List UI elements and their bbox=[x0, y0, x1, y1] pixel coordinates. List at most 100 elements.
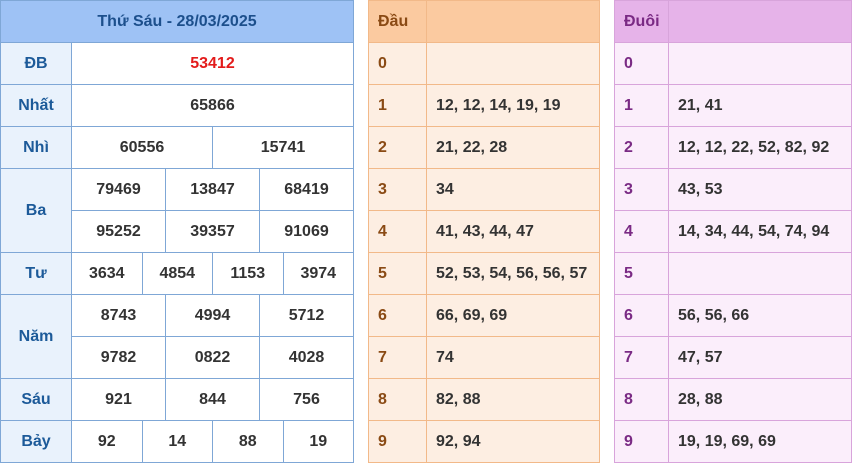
special-prize-value: 53412 bbox=[71, 42, 354, 85]
prize-label: Sáu bbox=[0, 378, 72, 421]
prize-value: 8743 bbox=[71, 294, 166, 337]
dau-digit: 9 bbox=[368, 420, 427, 463]
dau-list: 52, 53, 54, 56, 56, 57 bbox=[426, 252, 600, 295]
dau-digit: 1 bbox=[368, 84, 427, 127]
duoi-row: 9 19, 19, 69, 69 bbox=[614, 420, 852, 463]
duoi-list: 19, 19, 69, 69 bbox=[668, 420, 852, 463]
prize-label: Bảy bbox=[0, 420, 72, 463]
duoi-digit: 2 bbox=[614, 126, 669, 169]
prize-row-nhat: Nhất 65866 bbox=[0, 84, 354, 127]
dau-row: 7 74 bbox=[368, 336, 600, 379]
prize-value: 92 bbox=[71, 420, 143, 463]
duoi-row: 8 28, 88 bbox=[614, 378, 852, 421]
dau-row: 2 21, 22, 28 bbox=[368, 126, 600, 169]
dau-list: 66, 69, 69 bbox=[426, 294, 600, 337]
duoi-digit: 7 bbox=[614, 336, 669, 379]
date-title: Thứ Sáu - 28/03/2025 bbox=[0, 0, 354, 43]
duoi-list: 14, 34, 44, 54, 74, 94 bbox=[668, 210, 852, 253]
duoi-row: 2 12, 12, 22, 52, 82, 92 bbox=[614, 126, 852, 169]
prize-value: 3974 bbox=[282, 252, 354, 295]
dau-list: 74 bbox=[426, 336, 600, 379]
dau-row: 9 92, 94 bbox=[368, 420, 600, 463]
prize-value: 88 bbox=[212, 420, 284, 463]
prize-value: 15741 bbox=[212, 126, 354, 169]
duoi-row: 7 47, 57 bbox=[614, 336, 852, 379]
prize-row-db: ĐB 53412 bbox=[0, 42, 354, 85]
duoi-header-spacer bbox=[668, 0, 852, 43]
prize-label: Năm bbox=[0, 294, 72, 379]
prize-value: 60556 bbox=[71, 126, 213, 169]
prize-row-nam: Năm 8743 4994 5712 bbox=[0, 294, 354, 379]
duoi-row: 0 bbox=[614, 42, 852, 85]
prize-value: 921 bbox=[71, 378, 166, 421]
duoi-digit: 3 bbox=[614, 168, 669, 211]
dau-digit: 3 bbox=[368, 168, 427, 211]
duoi-digit: 5 bbox=[614, 252, 669, 295]
prize-value: 3634 bbox=[71, 252, 143, 295]
duoi-header: Đuôi bbox=[614, 0, 669, 43]
duoi-digit: 4 bbox=[614, 210, 669, 253]
dau-list bbox=[426, 42, 600, 85]
duoi-row: 3 43, 53 bbox=[614, 168, 852, 211]
dau-digit: 5 bbox=[368, 252, 427, 295]
prize-value: 4854 bbox=[141, 252, 213, 295]
duoi-row: 5 bbox=[614, 252, 852, 295]
dau-digit: 7 bbox=[368, 336, 427, 379]
dau-row: 6 66, 69, 69 bbox=[368, 294, 600, 337]
dau-row: 0 bbox=[368, 42, 600, 85]
prize-value: 4994 bbox=[165, 294, 260, 337]
prize-value: 13847 bbox=[165, 168, 260, 211]
prize-value: 79469 bbox=[71, 168, 166, 211]
dau-digit: 8 bbox=[368, 378, 427, 421]
results-table: Thứ Sáu - 28/03/2025 ĐB 53412 Nhất 65866… bbox=[0, 0, 354, 463]
duoi-list: 28, 88 bbox=[668, 378, 852, 421]
duoi-list bbox=[668, 252, 852, 295]
prize-label: Nhất bbox=[0, 84, 72, 127]
prize-value: 19 bbox=[282, 420, 354, 463]
duoi-list: 47, 57 bbox=[668, 336, 852, 379]
prize-value: 9782 bbox=[71, 336, 166, 379]
prize-value: 756 bbox=[259, 378, 354, 421]
prize-label: Tư bbox=[0, 252, 72, 295]
dau-header: Đầu bbox=[368, 0, 427, 43]
prize-value: 844 bbox=[165, 378, 260, 421]
duoi-digit: 9 bbox=[614, 420, 669, 463]
duoi-list: 56, 56, 66 bbox=[668, 294, 852, 337]
duoi-row: 1 21, 41 bbox=[614, 84, 852, 127]
duoi-list bbox=[668, 42, 852, 85]
dau-digit: 2 bbox=[368, 126, 427, 169]
duoi-table: Đuôi 0 1 21, 41 2 12, 12, 22, 52, 82, 92 3… bbox=[614, 0, 852, 463]
prize-value: 39357 bbox=[165, 210, 260, 253]
prize-value: 1153 bbox=[212, 252, 284, 295]
prize-row-bay: Bảy 92 14 88 19 bbox=[0, 420, 354, 463]
prize-row-ba: Ba 79469 13847 68419 bbox=[0, 168, 354, 253]
duoi-row: 4 14, 34, 44, 54, 74, 94 bbox=[614, 210, 852, 253]
dau-list: 41, 43, 44, 47 bbox=[426, 210, 600, 253]
dau-list: 12, 12, 14, 19, 19 bbox=[426, 84, 600, 127]
prize-label: Nhì bbox=[0, 126, 72, 169]
dau-header-spacer bbox=[426, 0, 600, 43]
dau-row: 8 82, 88 bbox=[368, 378, 600, 421]
prize-label: ĐB bbox=[0, 42, 72, 85]
dau-list: 34 bbox=[426, 168, 600, 211]
duoi-list: 43, 53 bbox=[668, 168, 852, 211]
duoi-list: 21, 41 bbox=[668, 84, 852, 127]
prize-value: 95252 bbox=[71, 210, 166, 253]
prize-label: Ba bbox=[0, 168, 72, 253]
prize-row-sau: Sáu 921 844 756 bbox=[0, 378, 354, 421]
prize-value: 68419 bbox=[259, 168, 354, 211]
dau-digit: 0 bbox=[368, 42, 427, 85]
duoi-row: 6 56, 56, 66 bbox=[614, 294, 852, 337]
prize-value: 0822 bbox=[165, 336, 260, 379]
lottery-results-panel: Thứ Sáu - 28/03/2025 ĐB 53412 Nhất 65866… bbox=[0, 0, 852, 463]
duoi-digit: 8 bbox=[614, 378, 669, 421]
dau-row: 4 41, 43, 44, 47 bbox=[368, 210, 600, 253]
dau-list: 82, 88 bbox=[426, 378, 600, 421]
prize-row-nhi: Nhì 60556 15741 bbox=[0, 126, 354, 169]
duoi-digit: 0 bbox=[614, 42, 669, 85]
duoi-digit: 6 bbox=[614, 294, 669, 337]
prize-value: 65866 bbox=[71, 84, 354, 127]
dau-row: 3 34 bbox=[368, 168, 600, 211]
dau-digit: 4 bbox=[368, 210, 427, 253]
dau-table: Đầu 0 1 12, 12, 14, 19, 19 2 21, 22, 28 33… bbox=[368, 0, 600, 463]
